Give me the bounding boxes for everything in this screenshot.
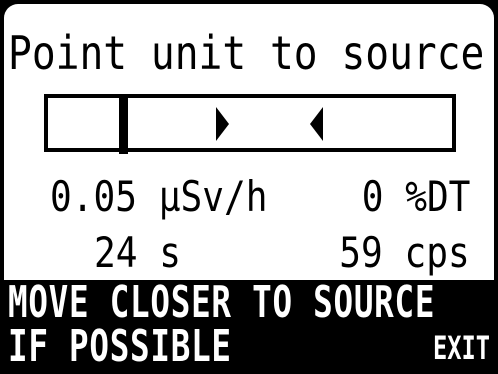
message-banner: MOVE CLOSER TO SOURCE IF POSSIBLE EXIT	[4, 280, 494, 370]
instruction-title: Point unit to source	[8, 26, 485, 80]
dead-time-reading: 0 %DT	[361, 172, 470, 221]
position-marker	[119, 96, 128, 154]
message-line-2: IF POSSIBLE	[8, 321, 232, 370]
direction-indicator	[44, 94, 456, 154]
left-arrow-icon	[310, 107, 323, 141]
device-screen: Point unit to source 0.05 µSv/h 0 %DT 24…	[4, 4, 494, 370]
right-arrow-icon	[216, 107, 229, 141]
exit-softkey[interactable]: EXIT	[433, 332, 490, 364]
dose-rate-reading: 0.05 µSv/h	[50, 172, 268, 221]
elapsed-time-reading: 24 s	[94, 228, 181, 277]
count-rate-reading: 59 cps	[339, 228, 470, 277]
message-line-1: MOVE CLOSER TO SOURCE	[8, 277, 436, 328]
